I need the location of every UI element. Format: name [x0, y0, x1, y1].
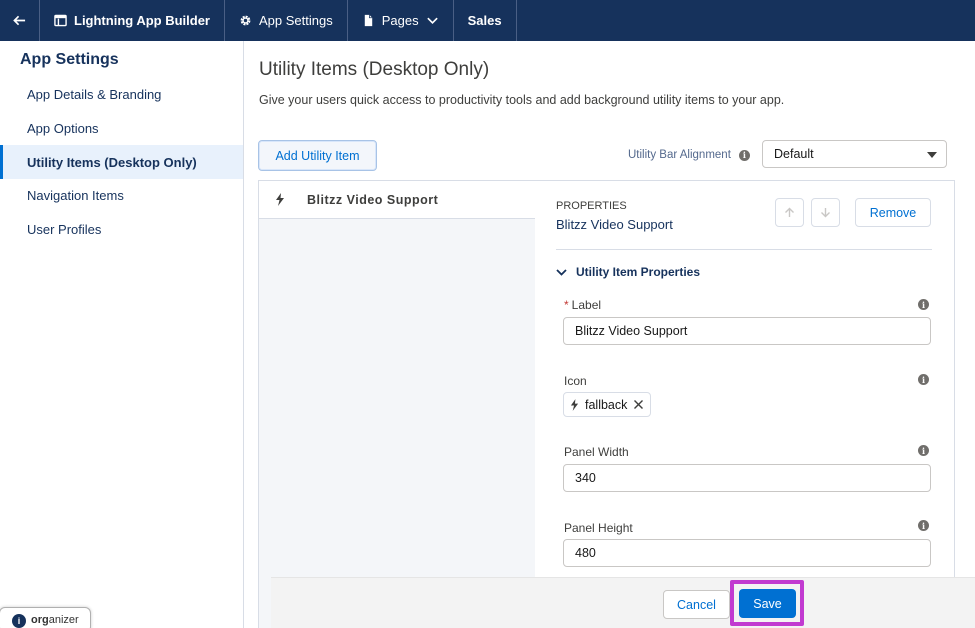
info-icon[interactable]: i — [918, 520, 929, 531]
builder-title-label: Lightning App Builder — [74, 13, 210, 28]
app-name-label: Sales — [467, 13, 502, 28]
utility-bar-alignment-select[interactable]: Default — [762, 140, 947, 168]
info-icon[interactable]: i — [918, 374, 929, 385]
lightning-bolt-icon — [276, 193, 284, 206]
info-icon[interactable]: i — [918, 445, 929, 456]
organizer-label: organizer — [31, 614, 79, 626]
save-button[interactable]: Save — [739, 589, 796, 618]
footer-bar: Cancel Save — [271, 577, 975, 628]
required-marker: * — [564, 298, 569, 312]
add-utility-item-button[interactable]: Add Utility Item — [258, 140, 377, 171]
icon-pill-value: fallback — [585, 397, 628, 412]
label-field-label: * Label — [564, 298, 601, 312]
page-title: Utility Items (Desktop Only) — [259, 59, 490, 80]
utility-bar-alignment-label: Utility Bar Alignment i — [628, 149, 750, 161]
page-description: Give your users quick access to producti… — [259, 93, 785, 107]
pages-menu[interactable]: Pages — [348, 0, 454, 41]
panel-width-value: 340 — [575, 471, 596, 485]
app-settings-tab[interactable]: App Settings — [225, 0, 348, 41]
sidebar-item-utility-items[interactable]: Utility Items (Desktop Only) — [0, 145, 243, 179]
caret-down-icon — [927, 152, 937, 158]
panel-height-input[interactable]: 480 — [563, 539, 931, 567]
lightning-bolt-icon — [570, 398, 579, 411]
icon-pill[interactable]: fallback — [563, 392, 652, 417]
app-settings-label: App Settings — [259, 13, 333, 28]
arrow-left-icon — [13, 15, 26, 26]
sidebar-item-navigation-items[interactable]: Navigation Items — [0, 178, 243, 212]
utility-item-properties-section[interactable]: Utility Item Properties — [556, 265, 700, 279]
label-field-text: Label — [571, 298, 602, 312]
move-down-button[interactable] — [811, 198, 840, 227]
sidebar-item-app-options[interactable]: App Options — [0, 111, 243, 145]
info-icon[interactable]: i — [738, 149, 750, 161]
panel-width-label: Panel Width — [564, 445, 629, 459]
organizer-icon: i — [12, 614, 26, 628]
properties-item-name: Blitzz Video Support — [556, 217, 673, 232]
utility-item-row[interactable]: Blitzz Video Support — [259, 181, 535, 219]
remove-button[interactable]: Remove — [855, 198, 931, 227]
properties-heading: PROPERTIES — [556, 200, 627, 212]
arrow-up-icon — [785, 207, 794, 217]
sidebar-title: App Settings — [20, 51, 119, 68]
panel-height-label: Panel Height — [564, 521, 633, 535]
utility-item-label: Blitzz Video Support — [307, 192, 439, 207]
panel-width-input[interactable]: 340 — [563, 464, 931, 492]
alignment-select-value: Default — [774, 147, 814, 161]
utility-items-panel: Blitzz Video Support PROPERTIES Blitzz V… — [258, 180, 955, 628]
icon-field-label: Icon — [564, 374, 587, 388]
builder-title: Lightning App Builder — [40, 0, 225, 41]
cancel-button[interactable]: Cancel — [663, 590, 730, 619]
chevron-down-icon — [556, 268, 567, 276]
label-input[interactable]: Blitzz Video Support — [563, 317, 931, 345]
alignment-label-text: Utility Bar Alignment — [628, 149, 731, 161]
main-content: Utility Items (Desktop Only) Give your u… — [244, 41, 975, 628]
top-navigation-bar: Lightning App Builder App Settings Pages… — [0, 0, 975, 41]
sidebar-item-label: Navigation Items — [27, 187, 124, 203]
sidebar-item-user-profiles[interactable]: User Profiles — [0, 212, 243, 246]
panel-height-value: 480 — [575, 546, 596, 560]
organizer-badge[interactable]: i organizer — [0, 607, 91, 628]
app-builder-icon — [54, 14, 67, 27]
page-icon — [364, 14, 372, 27]
gear-icon — [240, 15, 251, 26]
section-title-label: Utility Item Properties — [576, 265, 701, 279]
sidebar-item-label: App Options — [27, 120, 99, 136]
sidebar: App Settings App Details & Branding App … — [0, 41, 244, 628]
utility-items-list: Blitzz Video Support — [259, 181, 535, 628]
info-icon[interactable]: i — [918, 299, 929, 310]
close-icon[interactable] — [633, 399, 644, 410]
sidebar-item-app-details[interactable]: App Details & Branding — [0, 77, 243, 111]
move-up-button[interactable] — [775, 198, 804, 227]
back-button[interactable] — [0, 0, 40, 41]
sidebar-item-label: User Profiles — [27, 221, 102, 237]
save-highlight: Save — [730, 580, 804, 626]
chevron-down-icon — [426, 17, 438, 25]
pages-label: Pages — [381, 13, 419, 28]
arrow-down-icon — [821, 208, 830, 218]
sidebar-item-label: Utility Items (Desktop Only) — [27, 154, 197, 170]
label-input-value: Blitzz Video Support — [575, 324, 688, 338]
divider — [556, 249, 932, 250]
sidebar-item-label: App Details & Branding — [27, 86, 162, 102]
app-name: Sales — [454, 0, 517, 41]
